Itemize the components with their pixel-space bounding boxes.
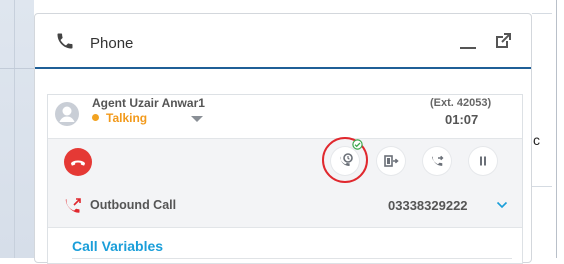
background-divider <box>14 0 15 258</box>
popout-icon[interactable] <box>493 31 513 51</box>
hold-highlight <box>322 137 368 183</box>
section-divider <box>72 258 512 259</box>
minimize-icon[interactable] <box>458 32 478 52</box>
call-type: Outbound Call <box>90 198 177 212</box>
phone-forward-icon <box>432 155 444 166</box>
call-variables-title[interactable]: Call Variables <box>72 238 163 254</box>
phone-icon <box>57 33 73 49</box>
hangup-icon <box>71 160 85 166</box>
background-divider <box>0 68 34 69</box>
check-icon <box>352 139 363 150</box>
agent-card: Agent Uzair Anwar1 Talking (Ext. 42053) … <box>47 94 523 264</box>
panel-title: Phone <box>90 35 134 52</box>
agent-status: Talking <box>106 111 148 125</box>
status-dot <box>92 114 99 121</box>
pause-icon <box>480 156 486 166</box>
partial-text: c <box>533 132 540 148</box>
consult-call-button[interactable] <box>423 147 451 175</box>
background-left <box>0 0 34 258</box>
call-controls <box>48 137 522 186</box>
agent-extension: (Ext. 42053) <box>430 97 492 109</box>
phone-panel: Phone Agent Uzair Anwar1 Talking (Ext. 4… <box>34 13 532 264</box>
agent-name: Agent Uzair Anwar1 <box>92 96 205 110</box>
chevron-down-icon[interactable] <box>496 200 508 210</box>
background-divider <box>556 0 557 258</box>
avatar-icon <box>55 102 79 126</box>
background-right: c <box>532 0 564 258</box>
background-divider <box>532 186 552 187</box>
call-number: 03338329222 <box>388 198 468 213</box>
outbound-call-icon <box>65 198 81 213</box>
transfer-icon <box>384 155 399 167</box>
status-dropdown-icon[interactable] <box>191 116 203 122</box>
hangup-button[interactable] <box>64 148 92 176</box>
agent-row: Agent Uzair Anwar1 Talking (Ext. 42053) … <box>48 95 522 138</box>
call-info-row[interactable]: Outbound Call 03338329222 <box>48 185 522 228</box>
background-divider <box>532 13 552 14</box>
pause-button[interactable] <box>469 147 497 175</box>
call-timer: 01:07 <box>445 112 479 127</box>
transfer-button[interactable] <box>377 147 405 175</box>
panel-header: Phone <box>35 14 531 69</box>
hold-button[interactable] <box>331 147 359 175</box>
hold-icon <box>340 153 353 166</box>
